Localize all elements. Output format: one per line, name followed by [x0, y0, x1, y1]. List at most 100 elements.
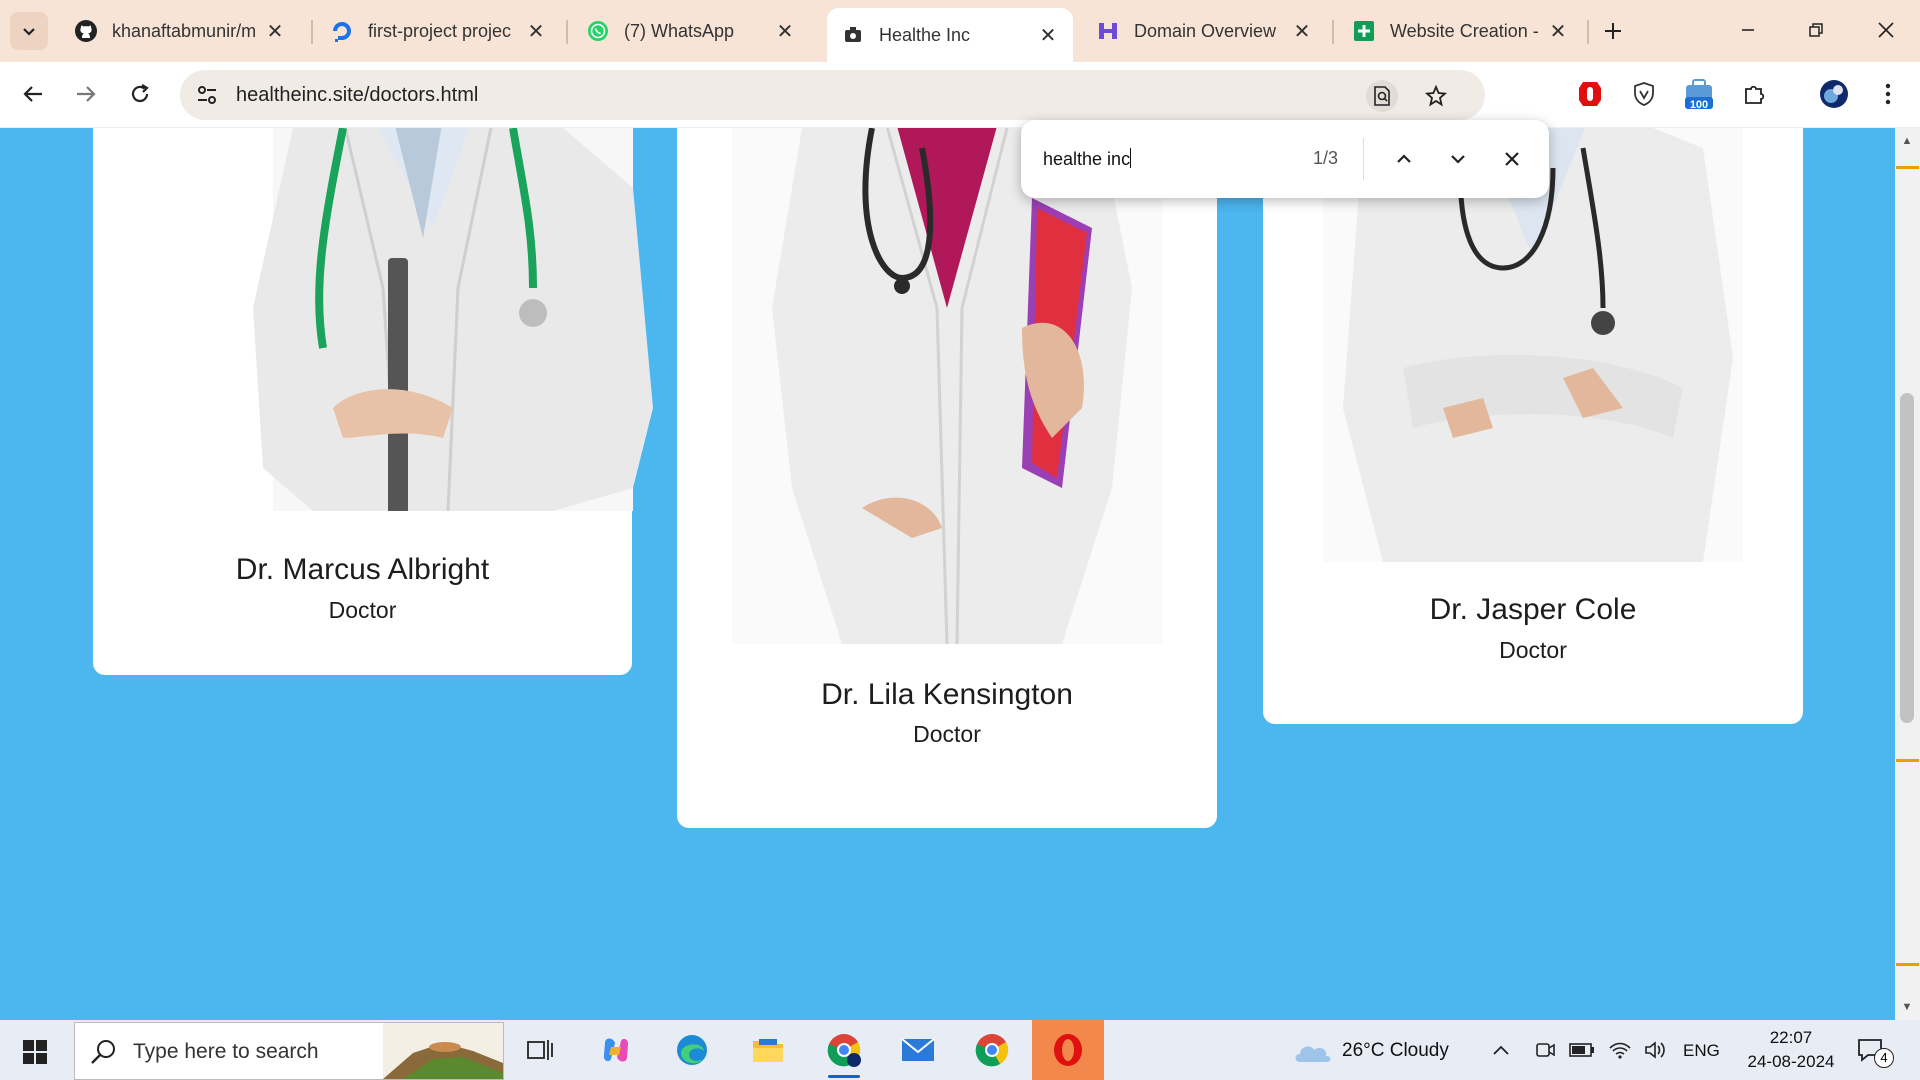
doctor-name: Dr. Jasper Cole: [1429, 593, 1637, 626]
minimize-button[interactable]: [1720, 10, 1776, 50]
opera-extension-icon[interactable]: [1572, 76, 1608, 112]
show-hidden-icons-chevron-icon[interactable]: [1486, 1028, 1516, 1072]
tab-divider: [1332, 20, 1334, 44]
close-tab-icon[interactable]: ✕: [264, 20, 286, 43]
opera-browser-icon[interactable]: [1032, 1020, 1104, 1080]
clock-time: 22:07: [1769, 1028, 1813, 1047]
site-favicon-icon: [841, 23, 865, 47]
search-placeholder: Type here to search: [133, 1040, 319, 1063]
bookmark-star-icon[interactable]: [1420, 80, 1452, 112]
extension-badge: 100: [1689, 99, 1709, 111]
scroll-up-arrow-icon[interactable]: ▲: [1900, 134, 1914, 148]
github-icon: [74, 19, 98, 43]
close-tab-icon[interactable]: ✕: [1291, 20, 1313, 43]
semrush-icon: [1096, 19, 1120, 43]
restore-button[interactable]: [1788, 10, 1844, 50]
search-highlight-illustration: [383, 1023, 503, 1079]
url-text: healtheinc.site/doctors.html: [236, 84, 479, 106]
whatsapp-icon: [586, 19, 610, 43]
find-match-marker: [1896, 963, 1919, 966]
back-button[interactable]: [13, 74, 53, 114]
tab-website-creation[interactable]: Website Creation - ✕: [1338, 10, 1583, 52]
windows-logo-icon: [23, 1040, 47, 1064]
tab-title: (7) WhatsApp: [624, 20, 735, 41]
weather-text[interactable]: 26°C Cloudy: [1342, 1040, 1449, 1062]
scroll-down-arrow-icon[interactable]: ▼: [1900, 1000, 1914, 1014]
find-previous-button[interactable]: [1387, 142, 1421, 176]
tab-title: Website Creation -: [1390, 20, 1539, 41]
start-button[interactable]: [12, 1032, 58, 1072]
minimize-icon: [1742, 29, 1754, 31]
task-view-icon[interactable]: [516, 1028, 564, 1072]
page-scrollbar[interactable]: ▲ ▼: [1895, 128, 1920, 1020]
meet-now-icon[interactable]: [1530, 1028, 1560, 1072]
tab-search-button[interactable]: [10, 12, 48, 50]
clock-date: 24-08-2024: [1747, 1052, 1835, 1071]
browser-toolbar: healtheinc.site/doctors.html 100: [0, 62, 1920, 128]
profile-avatar[interactable]: [1816, 76, 1852, 112]
clock[interactable]: 22:07 24-08-2024: [1746, 1026, 1836, 1074]
tab-healthe-inc[interactable]: Healthe Inc ✕: [827, 8, 1073, 62]
site-settings-icon[interactable]: [194, 82, 220, 108]
doctor-card[interactable]: Dr. Lila Kensington Doctor: [677, 128, 1217, 828]
google-sheets-icon: [1352, 19, 1376, 43]
shield-extension-icon[interactable]: [1626, 76, 1662, 112]
wifi-icon[interactable]: [1604, 1028, 1636, 1072]
new-tab-button[interactable]: [1596, 14, 1630, 48]
tab-divider: [1587, 20, 1589, 44]
language-indicator[interactable]: ENG: [1683, 1041, 1720, 1061]
close-tab-icon[interactable]: ✕: [1547, 20, 1569, 43]
find-in-page-icon[interactable]: [1366, 80, 1398, 112]
doctor-name: Dr. Marcus Albright: [235, 553, 490, 586]
doctor-card[interactable]: Dr. Jasper Cole Doctor: [1263, 128, 1803, 724]
chevron-down-icon: [23, 28, 35, 36]
notification-center-icon[interactable]: 4: [1850, 1028, 1894, 1072]
scrollbar-thumb[interactable]: [1900, 393, 1914, 723]
mail-icon[interactable]: [894, 1028, 942, 1072]
taskbar-search[interactable]: Type here to search: [74, 1022, 504, 1080]
doctors-page: Dr. Marcus Albright Doctor Dr. Lila Kens…: [0, 128, 1895, 1020]
tab-domain-overview[interactable]: Domain Overview ✕: [1082, 10, 1327, 52]
doctor-card[interactable]: Dr. Marcus Albright Doctor: [93, 128, 653, 675]
tab-title: Domain Overview: [1134, 20, 1277, 41]
reload-button[interactable]: [120, 74, 160, 114]
tab-github[interactable]: khanaftabmunir/m ✕: [60, 10, 300, 52]
address-bar[interactable]: healtheinc.site/doctors.html: [180, 70, 1485, 120]
notification-count-badge: 4: [1874, 1048, 1894, 1068]
tab-whatsapp[interactable]: (7) WhatsApp ✕: [572, 10, 810, 52]
extensions-puzzle-icon[interactable]: [1736, 76, 1772, 112]
file-explorer-icon[interactable]: [744, 1028, 792, 1072]
find-match-marker: [1896, 166, 1919, 169]
close-tab-icon[interactable]: ✕: [774, 20, 796, 43]
doctor-role: Doctor: [1499, 637, 1567, 663]
copilot-icon[interactable]: [592, 1028, 640, 1072]
forward-button[interactable]: [66, 74, 106, 114]
battery-icon[interactable]: [1566, 1028, 1598, 1072]
edge-browser-icon[interactable]: [668, 1028, 716, 1072]
volume-icon[interactable]: [1640, 1028, 1672, 1072]
chrome-icon[interactable]: [968, 1028, 1016, 1072]
chevron-up-icon: [1397, 154, 1411, 163]
windows-taskbar: Type here to search 26°C Cloudy ENG 22:0…: [0, 1020, 1920, 1080]
close-tab-icon[interactable]: ✕: [1037, 24, 1059, 47]
arrow-left-icon: [23, 86, 42, 102]
find-close-button[interactable]: [1495, 142, 1529, 176]
find-query: healthe inc: [1043, 149, 1131, 169]
chrome-profile-icon[interactable]: [820, 1028, 868, 1078]
doctor-photo: [233, 128, 673, 511]
find-next-button[interactable]: [1441, 142, 1475, 176]
search-icon: [91, 1040, 115, 1064]
toolbox-extension-icon[interactable]: 100: [1678, 76, 1720, 112]
close-tab-icon[interactable]: ✕: [525, 20, 547, 43]
plus-icon: [1605, 23, 1621, 39]
chevron-down-icon: [1451, 155, 1465, 164]
digitalocean-icon: [330, 19, 354, 43]
reload-icon: [131, 84, 149, 103]
find-input[interactable]: healthe inc: [1043, 148, 1132, 170]
tab-divider: [566, 20, 568, 44]
tab-digitalocean[interactable]: first-project projec ✕: [316, 10, 561, 52]
menu-kebab-icon[interactable]: [1870, 76, 1906, 112]
cloudy-weather-icon: [1292, 1038, 1332, 1064]
close-window-button[interactable]: [1858, 10, 1914, 50]
doctor-photo: [732, 128, 1162, 644]
